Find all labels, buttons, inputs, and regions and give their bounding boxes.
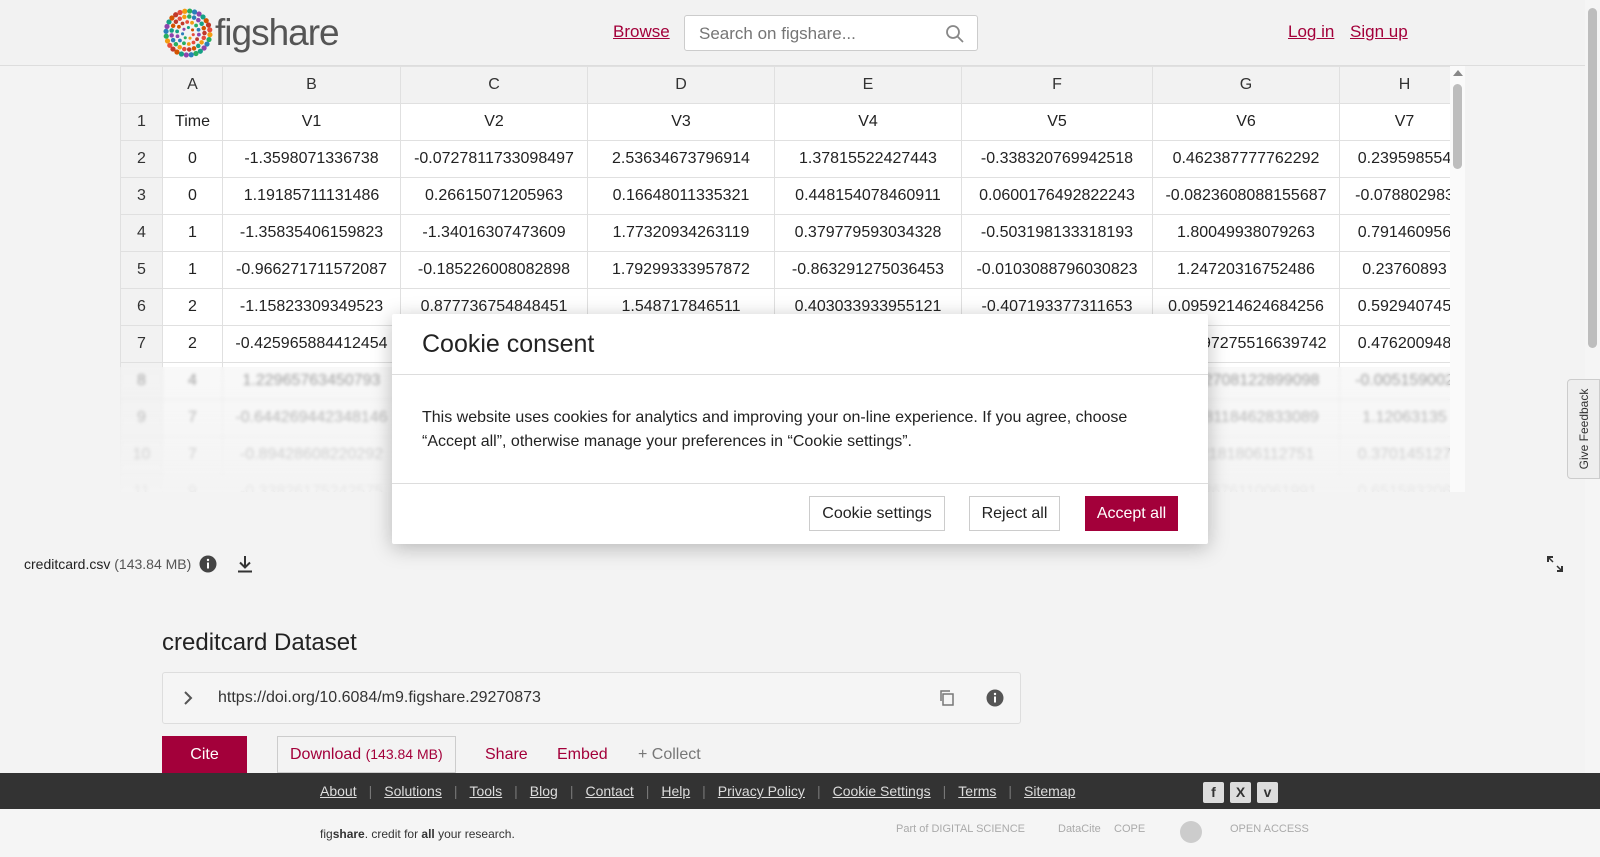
cookie-consent-dialog: Cookie consent This website uses cookies… xyxy=(392,314,1208,544)
divider xyxy=(392,374,1208,375)
cookie-settings-button[interactable]: Cookie settings xyxy=(809,496,945,531)
reject-all-button[interactable]: Reject all xyxy=(969,496,1060,531)
cookie-title: Cookie consent xyxy=(422,330,595,358)
accept-all-button[interactable]: Accept all xyxy=(1085,496,1178,531)
modal-overlay: Cookie consent This website uses cookies… xyxy=(0,0,1600,857)
cookie-message: This website uses cookies for analytics … xyxy=(422,409,1128,450)
divider xyxy=(392,483,1208,484)
